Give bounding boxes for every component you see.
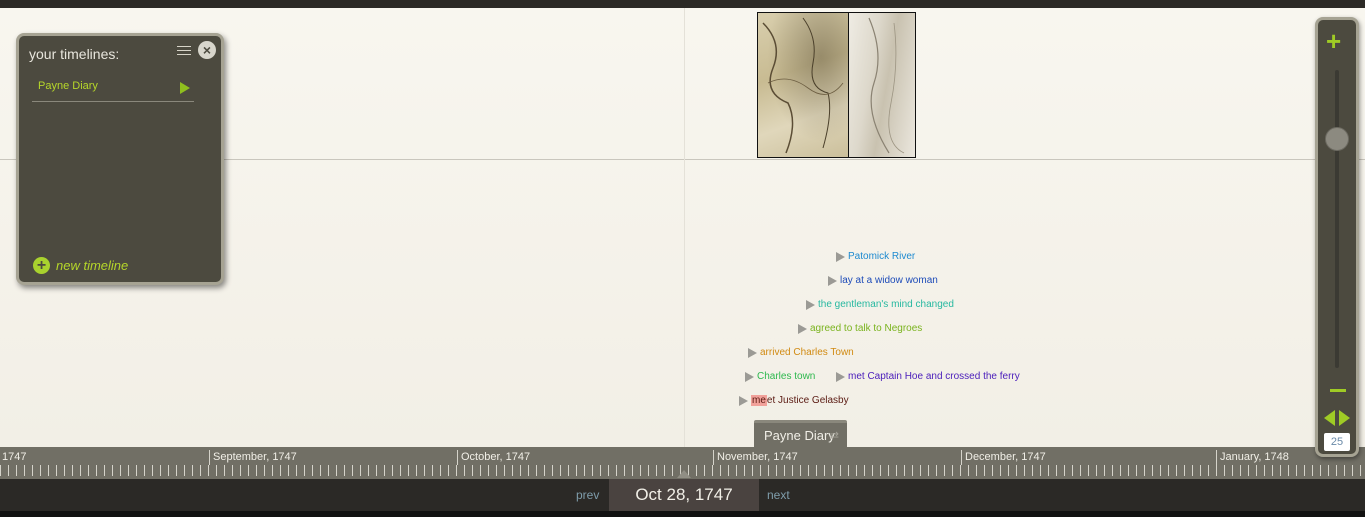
event-lay-at-widow[interactable]: lay at a widow woman [828,275,938,286]
arrow-left-icon[interactable] [1324,410,1335,426]
event-gentleman-mind-changed[interactable]: the gentleman's mind changed [806,299,954,310]
event-marker-icon [739,395,748,406]
event-marker-icon [745,371,754,382]
zoom-control: + 25 [1315,17,1359,457]
event-label: Patomick River [848,251,916,262]
event-label: arrived Charles Town [760,347,854,358]
prev-button[interactable]: prev [576,488,599,502]
event-met-captain-hoe[interactable]: met Captain Hoe and crossed the ferry [836,371,1020,382]
event-label-highlight: me [751,395,767,406]
event-label: agreed to talk to Negroes [810,323,923,334]
event-label: the gentleman's mind changed [818,299,954,310]
event-marker-icon [806,299,815,310]
play-icon[interactable] [180,82,190,94]
event-agreed-to-talk[interactable]: agreed to talk to Negroes [798,323,922,334]
event-charles-town[interactable]: Charles town [745,371,815,382]
event-marker-icon [748,347,757,358]
month-label: November, 1747 [713,450,798,465]
month-label: September, 1747 [209,450,297,465]
link-icon: ⇄ [829,430,839,442]
month-label: October, 1747 [457,450,530,465]
event-meet-justice-gelasby[interactable]: me et Justice Gelasby [739,395,849,406]
zoom-slider-handle[interactable] [1325,127,1349,151]
event-label: et Justice Gelasby [766,395,849,406]
zoom-slider[interactable] [1335,70,1339,368]
plus-icon[interactable]: + [1326,28,1341,54]
menu-icon[interactable] [177,46,191,56]
month-label: December, 1747 [961,450,1046,465]
month-label: 1747 [0,450,26,465]
timeline-label-text: Payne Diary [764,428,835,443]
timeline-label-tab[interactable]: Payne Diary ⇄ [754,420,847,448]
current-date-line [684,8,685,447]
event-patomick-river[interactable]: Patomick River [836,251,915,262]
minus-icon[interactable] [1330,389,1346,392]
zoom-level-badge: 25 [1324,433,1350,451]
panel-title: your timelines: [29,46,120,62]
event-marker-icon [836,371,845,382]
plus-circle-icon: + [33,257,50,274]
timeline-item-label: Payne Diary [38,80,98,92]
current-date: Oct 28, 1747 [609,479,759,511]
event-label: lay at a widow woman [840,275,938,286]
new-timeline-button[interactable]: + new timeline [33,257,128,274]
event-marker-icon [836,251,845,262]
bottom-strip [0,511,1365,517]
map-thumbnail-2[interactable] [848,12,916,158]
event-marker-icon [828,275,837,286]
current-date-pointer-icon [677,470,691,478]
top-bar [0,0,1365,8]
timeline-item[interactable]: Payne Diary [32,76,194,102]
map-thumbnail-1[interactable] [757,12,849,158]
event-arrived-charles-town[interactable]: arrived Charles Town [748,347,854,358]
event-label: Charles town [757,371,816,382]
month-label: January, 1748 [1216,450,1289,465]
new-timeline-label: new timeline [56,258,129,273]
timelines-panel: your timelines: × Payne Diary + new time… [16,33,224,285]
event-marker-icon [798,323,807,334]
arrow-right-icon[interactable] [1339,410,1350,426]
close-icon[interactable]: × [198,41,216,59]
next-button[interactable]: next [767,488,790,502]
event-label: met Captain Hoe and crossed the ferry [848,371,1020,382]
